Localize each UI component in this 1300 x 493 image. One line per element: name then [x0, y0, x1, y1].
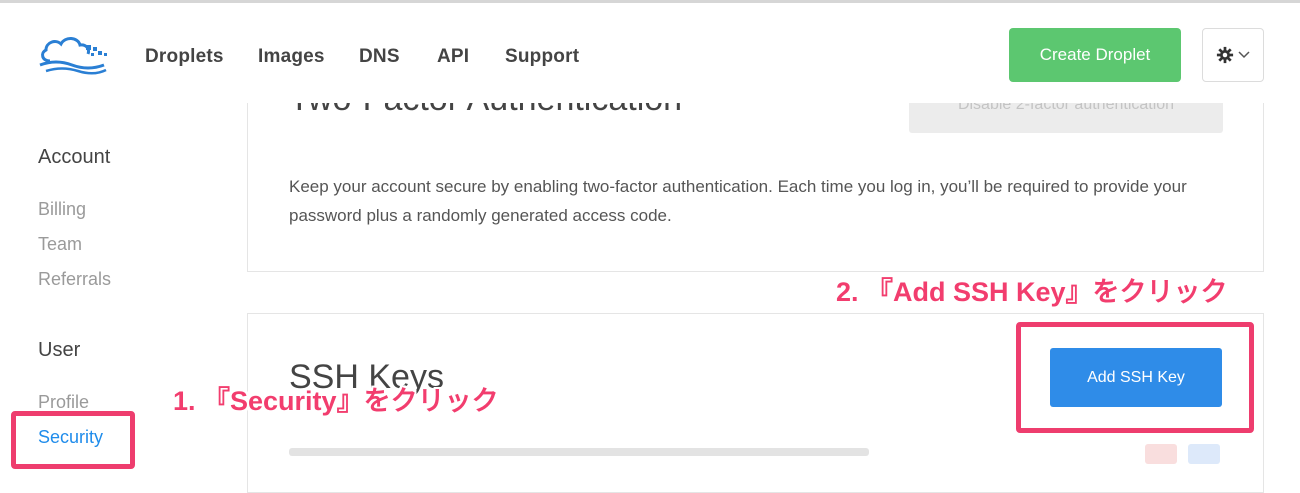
nav-api[interactable]: API — [437, 46, 469, 68]
highlight-security-box — [11, 411, 135, 469]
nav-droplets[interactable]: Droplets — [145, 46, 224, 68]
sidebar-item-referrals[interactable]: Referrals — [38, 269, 111, 290]
annotation-step-1: 1. 『Security』をクリック — [173, 386, 499, 416]
sidebar-item-team[interactable]: Team — [38, 234, 82, 255]
gear-icon — [1216, 46, 1234, 64]
delete-key-icon[interactable] — [1145, 444, 1177, 464]
top-header: Droplets Images DNS API Support Create D… — [0, 3, 1300, 103]
sidebar-heading-user: User — [38, 339, 81, 361]
nav-dns[interactable]: DNS — [359, 46, 400, 68]
digitalocean-logo[interactable] — [36, 33, 110, 75]
chevron-down-icon — [1238, 51, 1250, 59]
sidebar-item-profile[interactable]: Profile — [38, 392, 89, 413]
sidebar-heading-account: Account — [38, 146, 111, 168]
sidebar-item-billing[interactable]: Billing — [38, 199, 86, 220]
two-factor-description: Keep your account secure by enabling two… — [289, 177, 1187, 225]
edit-key-icon[interactable] — [1188, 444, 1220, 464]
nav-support[interactable]: Support — [505, 46, 579, 68]
ssh-key-row-text — [289, 448, 869, 456]
settings-menu-button[interactable] — [1202, 28, 1264, 82]
create-droplet-button[interactable]: Create Droplet — [1009, 28, 1181, 82]
nav-images[interactable]: Images — [258, 46, 325, 68]
annotation-step-2: 2. 『Add SSH Key』をクリック — [836, 277, 1228, 307]
highlight-add-ssh-key-box — [1016, 322, 1254, 433]
